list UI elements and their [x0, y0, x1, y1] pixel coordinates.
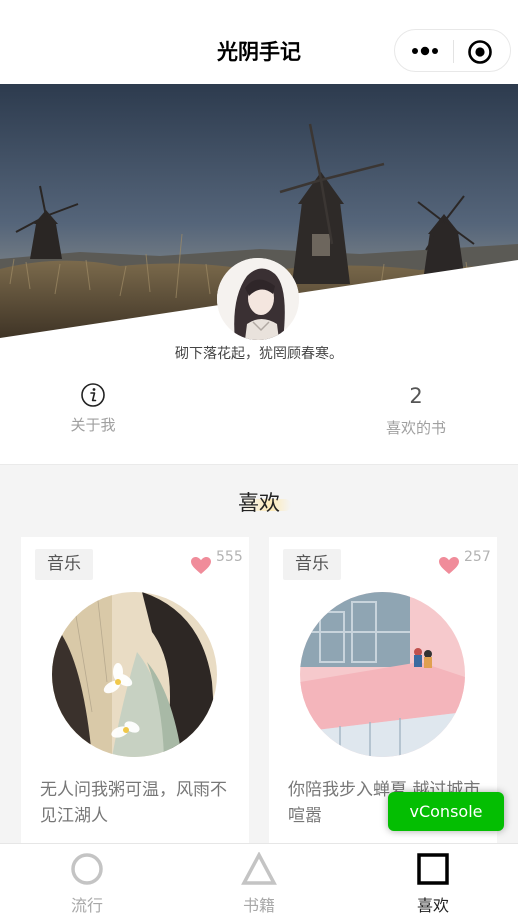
liked-books-count: 2: [409, 384, 423, 408]
circle-icon: [71, 853, 103, 885]
tab-popular[interactable]: 流行: [37, 844, 137, 920]
like-count: 555: [216, 549, 243, 565]
tab-books[interactable]: 书籍: [209, 844, 309, 920]
category-tag: 音乐: [35, 549, 93, 580]
avatar[interactable]: [217, 258, 299, 340]
tab-label: 流行: [70, 896, 103, 915]
navigation-bar: 光阴手记: [0, 0, 518, 84]
cover-image: [300, 592, 465, 757]
avatar-illustration-icon: [217, 258, 299, 340]
more-dots-icon[interactable]: [410, 43, 440, 59]
profile-motto: 砌下落花起，犹罔顾春寒。: [175, 346, 343, 362]
liked-books-label: 喜欢的书: [385, 419, 446, 437]
favorite-card[interactable]: 音乐 555 无人问我粥可温，风雨不见江湖人: [21, 537, 249, 857]
favorites-title: 喜欢: [238, 491, 280, 515]
menu-capsule: [394, 29, 511, 72]
girl-with-lotus-illustration: [52, 592, 217, 757]
liked-books-button[interactable]: 2 喜欢的书: [380, 382, 452, 438]
like-count: 257: [464, 549, 491, 565]
vconsole-button[interactable]: vConsole: [388, 792, 504, 831]
tab-label: 喜欢: [416, 896, 449, 915]
cover-image: [52, 592, 217, 757]
square-icon: [417, 853, 449, 885]
category-tag: 音乐: [283, 549, 341, 580]
card-caption: 无人问我粥可温，风雨不见江湖人: [40, 780, 227, 826]
tab-bar: 流行 书籍 喜欢: [0, 843, 518, 920]
tab-likes[interactable]: 喜欢: [383, 844, 483, 920]
heart-icon[interactable]: [438, 556, 460, 575]
record-circle-icon[interactable]: [467, 39, 493, 65]
capsule-divider: [453, 40, 454, 63]
tab-label: 书籍: [242, 896, 275, 915]
rooftop-couple-illustration: [300, 592, 465, 757]
about-me-button[interactable]: 关于我: [62, 382, 124, 435]
about-me-label: 关于我: [70, 416, 116, 434]
triangle-icon: [241, 852, 277, 885]
info-icon: [81, 383, 105, 407]
heart-icon[interactable]: [190, 556, 212, 575]
